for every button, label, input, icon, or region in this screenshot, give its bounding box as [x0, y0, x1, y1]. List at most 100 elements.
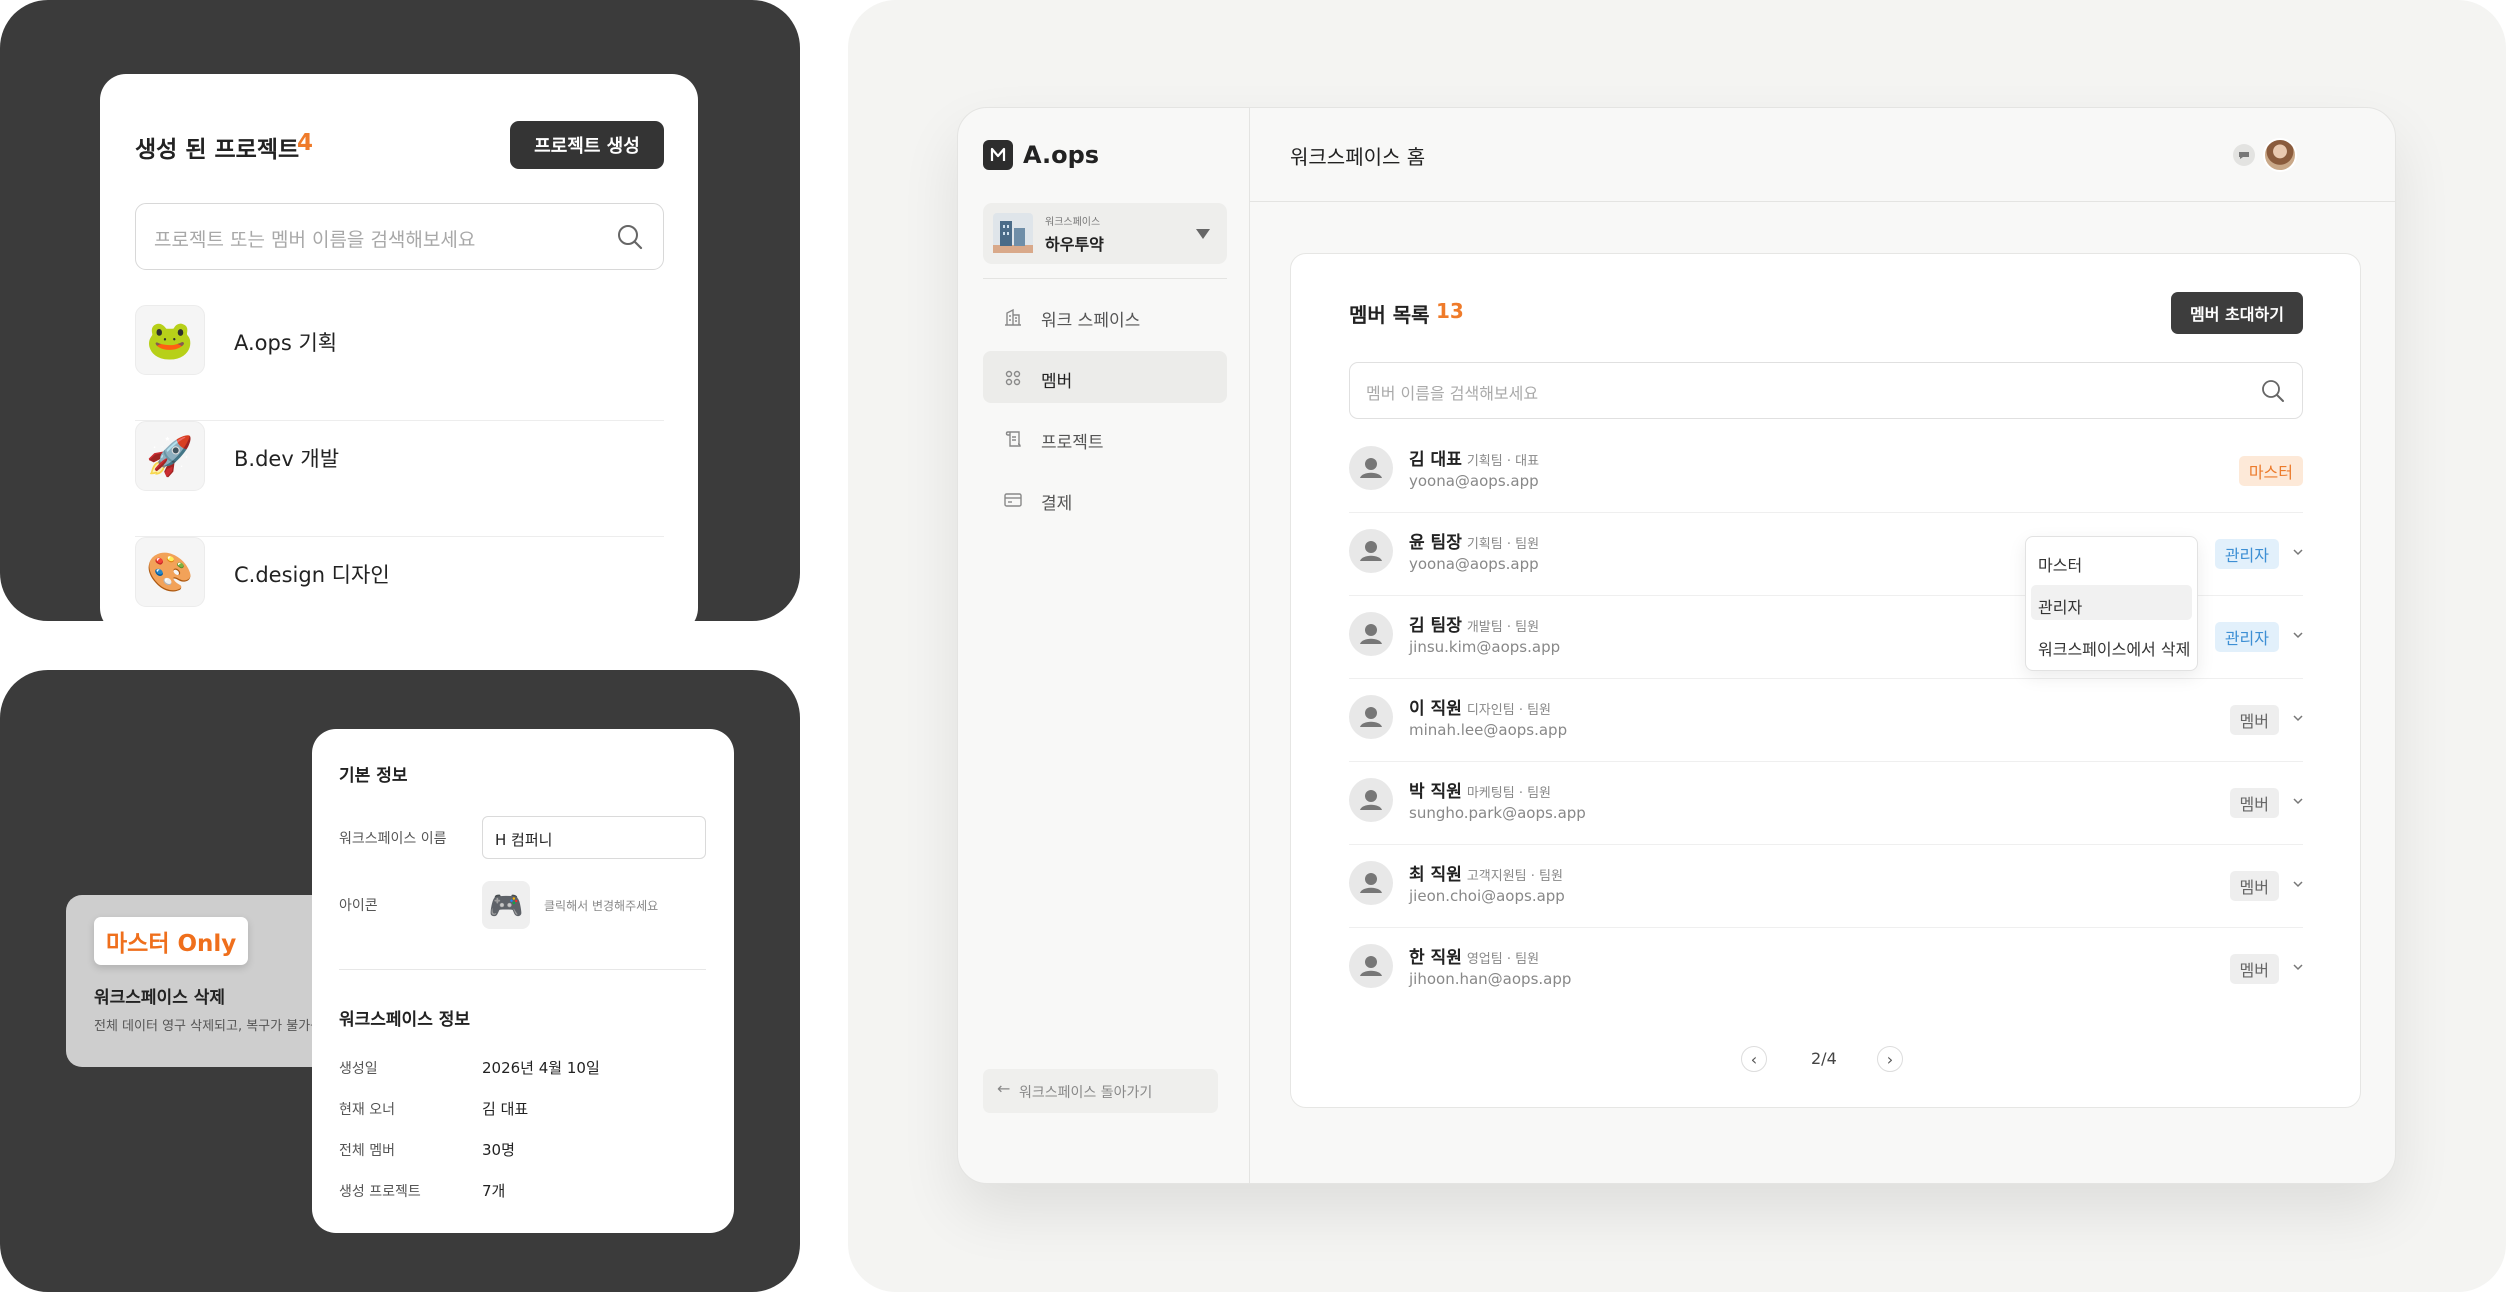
member-row[interactable]: 김 대표 기획팀 · 대표 yoona@aops.app 마스터	[1349, 430, 2303, 513]
created-date-label: 생성일	[339, 1061, 378, 1077]
sidebar-divider	[983, 278, 1227, 279]
member-email: minah.lee@aops.app	[1409, 721, 1568, 739]
member-row[interactable]: 한 직원 영업팀 · 팀원 jihoon.han@aops.app 멤버	[1349, 928, 2303, 1011]
project-total-value: 7개	[482, 1182, 506, 1200]
sidebar-item-label: 결제	[1041, 494, 1073, 514]
member-total-value: 30명	[482, 1141, 515, 1159]
chat-icon[interactable]	[2233, 144, 2255, 166]
workspace-name-input[interactable]: H 컴퍼니	[482, 816, 706, 859]
role-dropdown[interactable]: 멤버	[2229, 788, 2279, 818]
member-name: 윤 팀장	[1409, 533, 1462, 553]
page-indicator: 2/4	[1811, 1049, 1837, 1068]
role-option-remove[interactable]: 워크스페이스에서 삭제	[2031, 627, 2192, 662]
chevron-right-icon[interactable]: ›	[1877, 1046, 1903, 1072]
member-name-line: 김 대표 기획팀 · 대표	[1409, 445, 1539, 470]
member-search-input[interactable]: 멤버 이름을 검색해보세요	[1349, 362, 2303, 419]
workspace-name-label: 워크스페이스 이름	[339, 831, 447, 847]
project-search-input[interactable]: 프로젝트 또는 멤버 이름을 검색해보세요	[135, 203, 664, 270]
back-to-workspace-button[interactable]: ← 워크스페이스 돌아가기	[983, 1069, 1218, 1113]
member-avatar-icon	[1349, 529, 1393, 573]
chevron-down-icon[interactable]	[2293, 547, 2303, 557]
member-total-label: 전체 멤버	[339, 1143, 395, 1159]
sidebar-item-label: 멤버	[1041, 372, 1073, 392]
projects-count: 4	[297, 130, 314, 156]
caret-down-icon	[1196, 229, 1210, 239]
role-badge-master: 마스터	[2238, 456, 2303, 486]
member-avatar-icon	[1349, 612, 1393, 656]
member-row[interactable]: 이 직원 디자인팀 · 팀원 minah.lee@aops.app 멤버	[1349, 679, 2303, 762]
member-team: 영업팀 · 팀원	[1466, 952, 1540, 967]
role-dropdown[interactable]: 관리자	[2214, 622, 2279, 652]
member-search-placeholder: 멤버 이름을 검색해보세요	[1366, 384, 1539, 403]
user-avatar[interactable]	[2263, 138, 2297, 172]
project-search-placeholder: 프로젝트 또는 멤버 이름을 검색해보세요	[154, 229, 476, 251]
delete-workspace-description: 전체 데이터 영구 삭제되고, 복구가 불가능	[94, 1019, 323, 1034]
member-team: 마케팅팀 · 팀원	[1466, 786, 1552, 801]
project-item[interactable]: 🎨 C.design 디자인	[135, 537, 664, 621]
project-total-label: 생성 프로젝트	[339, 1184, 421, 1200]
role-dropdown[interactable]: 관리자	[2214, 539, 2279, 569]
chevron-down-icon[interactable]	[2293, 879, 2303, 889]
sidebar-item-workspace[interactable]: 워크 스페이스	[983, 290, 1227, 342]
role-dropdown[interactable]: 멤버	[2229, 705, 2279, 735]
member-team: 고객지원팀 · 팀원	[1466, 869, 1563, 884]
member-row[interactable]: 박 직원 마케팅팀 · 팀원 sungho.park@aops.app 멤버	[1349, 762, 2303, 845]
workspace-selector[interactable]: 워크스페이스 하우투약	[983, 203, 1227, 264]
arrow-left-icon: ←	[997, 1079, 1011, 1098]
member-row[interactable]: 최 직원 고객지원팀 · 팀원 jieon.choi@aops.app 멤버	[1349, 845, 2303, 928]
projects-showcase-panel: 생성 된 프로젝트 4 프로젝트 생성 프로젝트 또는 멤버 이름을 검색해보세…	[0, 0, 800, 621]
member-team: 기획팀 · 대표	[1466, 454, 1540, 469]
pagination: ‹ 2/4 ›	[1741, 1044, 1916, 1074]
app-logo-icon	[983, 140, 1013, 170]
member-team: 기획팀 · 팀원	[1466, 537, 1540, 552]
member-list-panel: 멤버 목록 13 멤버 초대하기 멤버 이름을 검색해보세요 김 대표 기획팀 ·…	[1290, 253, 2361, 1108]
role-dropdown[interactable]: 멤버	[2229, 954, 2279, 984]
search-icon	[618, 225, 643, 250]
member-avatar-icon	[1349, 944, 1393, 988]
chevron-down-icon[interactable]	[2293, 630, 2303, 640]
member-name: 이 직원	[1409, 699, 1462, 719]
member-name-line: 이 직원 디자인팀 · 팀원	[1409, 694, 1551, 719]
member-name-line: 한 직원 영업팀 · 팀원	[1409, 943, 1539, 968]
member-avatar-icon	[1349, 695, 1393, 739]
workspace-building-icon	[993, 213, 1033, 253]
role-option-master[interactable]: 마스터	[2031, 543, 2192, 578]
role-dropdown[interactable]: 멤버	[2229, 871, 2279, 901]
invite-member-button[interactable]: 멤버 초대하기	[2171, 292, 2303, 334]
sidebar-item-billing[interactable]: 결제	[983, 473, 1227, 525]
project-name: C.design 디자인	[234, 563, 390, 587]
member-list-title: 멤버 목록	[1349, 303, 1430, 327]
sidebar-item-label: 워크 스페이스	[1041, 311, 1141, 331]
delete-workspace-title[interactable]: 워크스페이스 삭제	[94, 983, 225, 1008]
sidebar-item-members[interactable]: 멤버	[983, 351, 1227, 403]
rocket-icon: 🚀	[135, 421, 205, 491]
sidebar-item-label: 프로젝트	[1041, 433, 1104, 453]
workspace-name: 하우투약	[1045, 235, 1104, 254]
chevron-down-icon[interactable]	[2293, 713, 2303, 723]
project-item[interactable]: 🐸 A.ops 기획	[135, 305, 664, 421]
divider	[339, 969, 706, 970]
sidebar-item-projects[interactable]: 프로젝트	[983, 412, 1227, 464]
member-name-line: 김 팀장 개발팀 · 팀원	[1409, 611, 1539, 636]
project-item[interactable]: 🚀 B.dev 개발	[135, 421, 664, 537]
member-name: 박 직원	[1409, 782, 1462, 802]
create-project-button[interactable]: 프로젝트 생성	[510, 121, 664, 169]
member-count: 13	[1436, 299, 1464, 323]
chevron-down-icon[interactable]	[2293, 796, 2303, 806]
role-option-admin[interactable]: 관리자	[2031, 585, 2192, 620]
projects-title: 생성 된 프로젝트	[135, 137, 300, 163]
chevron-down-icon[interactable]	[2293, 962, 2303, 972]
member-team: 디자인팀 · 팀원	[1466, 703, 1552, 718]
icon-label: 아이콘	[339, 898, 378, 914]
page-title: 워크스페이스 홈	[1290, 145, 1426, 169]
search-icon	[2262, 380, 2284, 402]
chevron-left-icon[interactable]: ‹	[1741, 1046, 1767, 1072]
sidebar: A.ops 워크스페이스 하우투약 워크 스페이스 멤버 프로젝트 결제 ← 워…	[958, 108, 1250, 1183]
projects-card: 생성 된 프로젝트 4 프로젝트 생성 프로젝트 또는 멤버 이름을 검색해보세…	[100, 74, 698, 621]
member-email: yoona@aops.app	[1409, 472, 1539, 490]
member-name: 한 직원	[1409, 948, 1462, 968]
gamepad-icon[interactable]: 🎮	[482, 881, 530, 929]
palette-icon: 🎨	[135, 537, 205, 607]
member-email: yoona@aops.app	[1409, 555, 1539, 573]
app-brand: A.ops	[1023, 141, 1100, 169]
